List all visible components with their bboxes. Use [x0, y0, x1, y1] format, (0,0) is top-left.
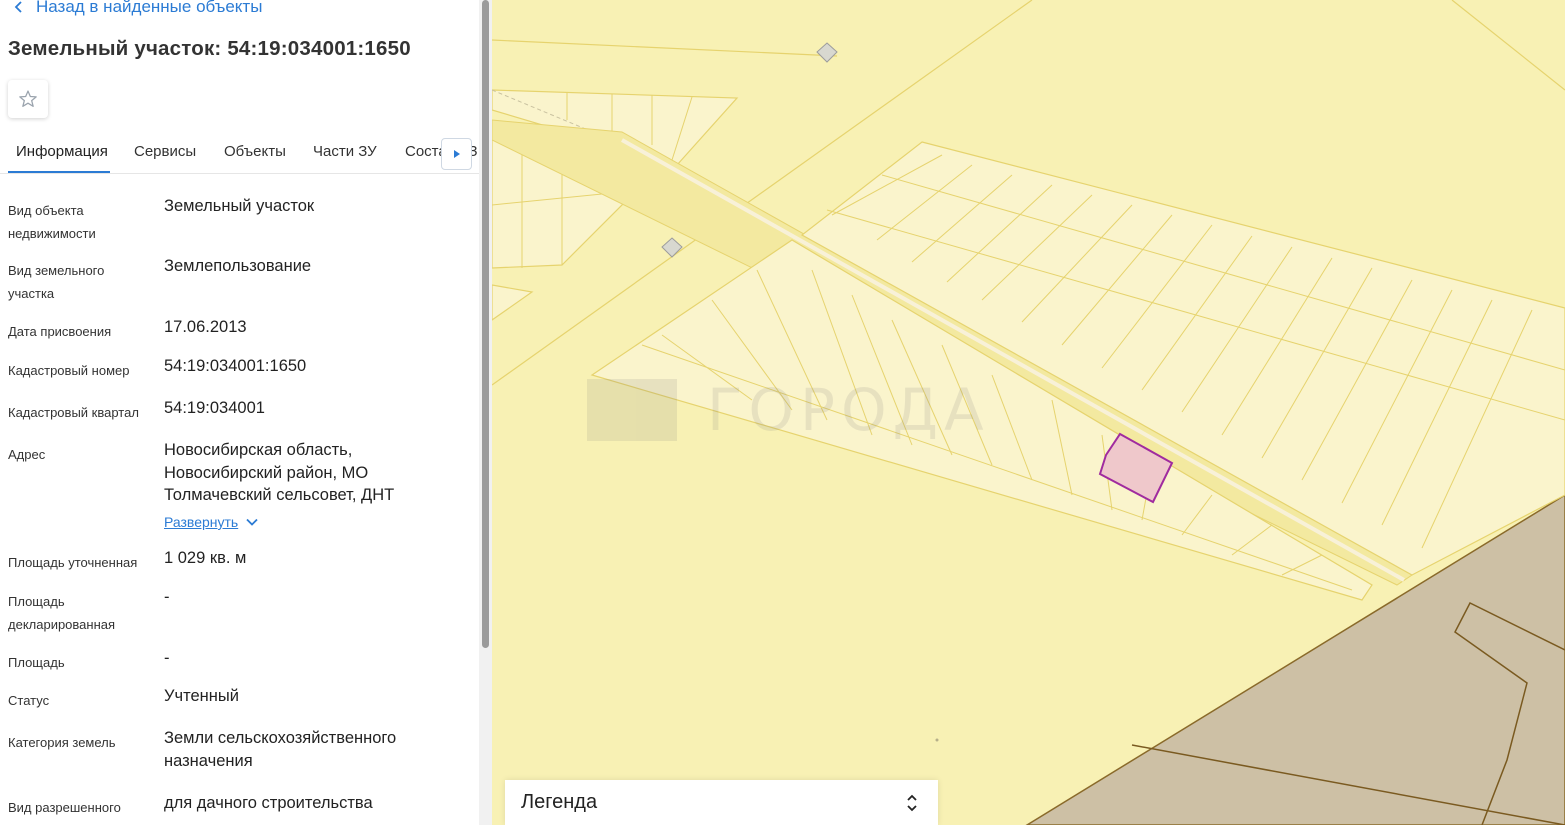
panel-scrollbar[interactable] [479, 0, 492, 825]
chevrons-up-down-icon[interactable] [906, 793, 918, 813]
info-value: Земли сельскохозяйственного назначения [164, 729, 397, 770]
info-label: Адрес [8, 447, 46, 462]
tab-bar: Информация Сервисы Объекты Части ЗУ Сост… [0, 130, 480, 174]
watermark-text: ГОРОДА [707, 376, 990, 444]
back-link-label: Назад в найденные объекты [36, 0, 263, 16]
info-value: 1 029 кв. м [164, 549, 247, 567]
tab-information[interactable]: Информация [16, 143, 108, 160]
active-tab-indicator [8, 171, 110, 173]
chevron-down-icon [246, 518, 258, 526]
info-label: Площадь [8, 655, 65, 670]
back-link[interactable]: Назад в найденные объекты [14, 0, 262, 17]
expand-label: Развернуть [164, 514, 239, 530]
info-value: Учтенный [164, 687, 239, 705]
info-value: 54:19:034001:1650 [164, 357, 307, 375]
info-panel: Назад в найденные объекты Земельный учас… [0, 0, 480, 825]
page-title: Земельный участок: 54:19:034001:1650 [8, 37, 411, 60]
favorite-button[interactable] [8, 80, 48, 118]
info-value: для дачного строительства [164, 794, 373, 812]
legend-label: Легенда [521, 791, 598, 813]
tab-services[interactable]: Сервисы [134, 143, 196, 160]
tabs-next-button[interactable] [441, 138, 472, 170]
info-value: Землепользование [164, 257, 312, 275]
triangle-right-icon [453, 150, 460, 158]
star-icon [19, 90, 37, 107]
chevron-left-icon [14, 1, 22, 13]
info-label: Статус [8, 693, 50, 708]
info-value: 17.06.2013 [164, 318, 247, 336]
info-value: - [164, 588, 170, 606]
info-value: 54:19:034001 [164, 399, 265, 417]
map-watermark: ГОРОДА [587, 376, 990, 444]
info-label: Вид объекта недвижимости [8, 203, 96, 241]
info-label: Вид разрешенного [8, 800, 121, 815]
watermark-logo [587, 379, 677, 441]
info-value: Новосибирская область, Новосибирский рай… [164, 441, 395, 504]
map-view[interactable]: ГОРОДА [492, 0, 1565, 825]
info-label: Площадь декларированная [8, 594, 116, 632]
info-label: Кадастровый квартал [8, 405, 139, 420]
info-value: - [164, 649, 170, 667]
tab-parts[interactable]: Части ЗУ [313, 143, 377, 160]
info-label: Вид земельного участка [8, 263, 105, 301]
expand-address-link[interactable]: Развернуть [164, 514, 258, 530]
info-label: Дата присвоения [8, 324, 112, 339]
legend-panel[interactable]: Легенда [505, 780, 938, 825]
tab-objects[interactable]: Объекты [224, 143, 286, 160]
scrollbar-thumb[interactable] [482, 0, 489, 648]
info-value: Земельный участок [164, 197, 315, 215]
info-label: Кадастровый номер [8, 363, 130, 378]
info-label: Категория земель [8, 735, 116, 750]
info-label: Площадь уточненная [8, 555, 138, 570]
